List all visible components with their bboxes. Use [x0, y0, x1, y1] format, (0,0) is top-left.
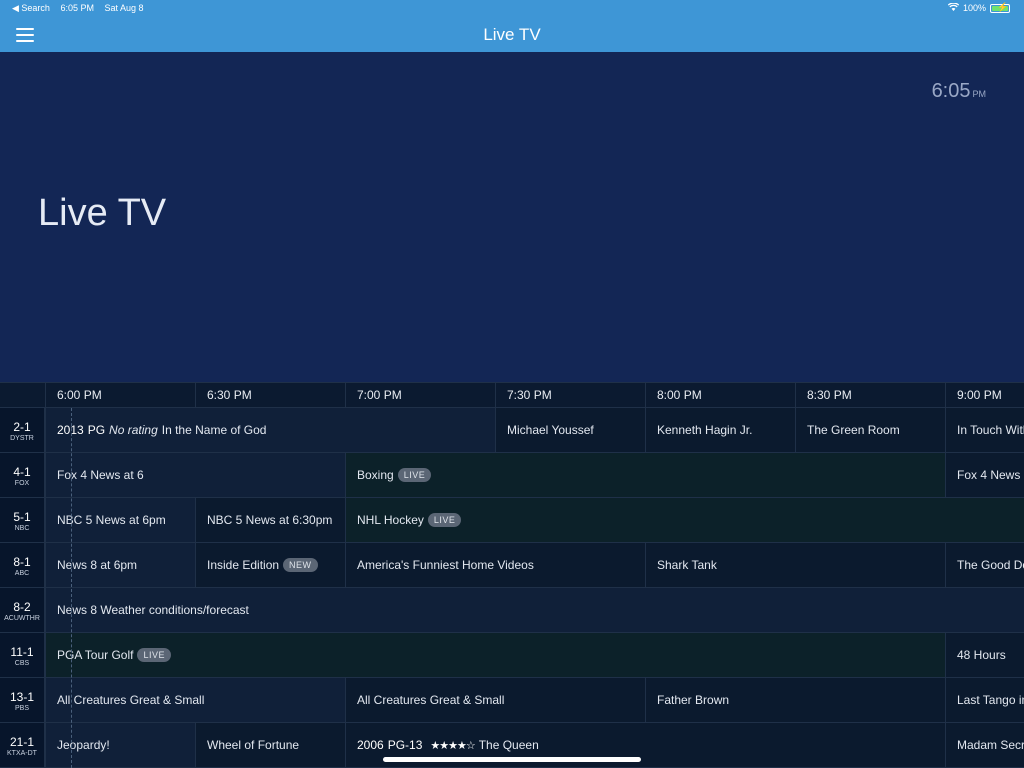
home-indicator[interactable] [383, 757, 641, 762]
time-slot: 9:00 PM [945, 383, 1024, 409]
program-cell[interactable]: Wheel of Fortune [195, 723, 345, 768]
program-cell[interactable]: NBC 5 News at 6pm [45, 498, 195, 543]
channel-2-1[interactable]: 2-1 DYSTR [0, 408, 45, 453]
program-cell[interactable]: Boxing LIVE [345, 453, 945, 498]
program-cell[interactable]: NHL Hockey LIVE [345, 498, 1024, 543]
program-cell[interactable]: PGA Tour Golf LIVE [45, 633, 945, 678]
channel-5-1[interactable]: 5-1 NBC [0, 498, 45, 543]
hero-title: Live TV [38, 192, 167, 234]
program-cell[interactable]: Madam Secr [945, 723, 1024, 768]
program-cell[interactable]: In Touch With [945, 408, 1024, 453]
program-cell[interactable]: Jeopardy! [45, 723, 195, 768]
back-to-search-link[interactable]: ◀ Search [12, 3, 50, 13]
time-slot: 7:30 PM [495, 383, 645, 409]
new-badge: NEW [283, 558, 318, 572]
channel-21-1[interactable]: 21-1 KTXA-DT [0, 723, 45, 768]
channel-13-1[interactable]: 13-1 PBS [0, 678, 45, 723]
channel-8-2[interactable]: 8-2 ACUWTHR [0, 588, 45, 633]
status-bar: ◀ Search 6:05 PM Sat Aug 8 100% ⚡ [0, 0, 1024, 18]
battery-percent: 100% [962, 3, 986, 13]
nav-title: Live TV [483, 25, 541, 44]
program-cell[interactable]: Inside Edition NEW [195, 543, 345, 588]
channel-8-1[interactable]: 8-1 ABC [0, 543, 45, 588]
program-cell[interactable]: All Creatures Great & Small [45, 678, 345, 723]
time-slot: 6:30 PM [195, 383, 345, 409]
program-cell[interactable]: Fox 4 News at 6 [45, 453, 345, 498]
hero-banner: 6:05 PM Live TV [0, 52, 1024, 382]
program-cell[interactable]: News 8 at 6pm [45, 543, 195, 588]
live-badge: LIVE [137, 648, 171, 662]
wifi-icon [947, 2, 960, 13]
program-cell[interactable]: Kenneth Hagin Jr. [645, 408, 795, 453]
program-cell[interactable]: The Good Do [945, 543, 1024, 588]
time-header: 6:00 PM 6:30 PM 7:00 PM 7:30 PM 8:00 PM … [0, 382, 1024, 409]
status-time: 6:05 PM [60, 3, 94, 13]
program-cell[interactable]: Fox 4 News a [945, 453, 1024, 498]
time-slot: 6:00 PM [45, 383, 195, 409]
status-date: Sat Aug 8 [104, 3, 144, 13]
program-cell[interactable]: Last Tango in [945, 678, 1024, 723]
battery-icon: ⚡ [990, 2, 1010, 13]
star-rating: ★★★★☆ [430, 739, 475, 752]
program-cell[interactable]: 48 Hours [945, 633, 1024, 678]
program-cell[interactable]: Michael Youssef [495, 408, 645, 453]
channel-11-1[interactable]: 11-1 CBS [0, 633, 45, 678]
program-cell[interactable]: News 8 Weather conditions/forecast [45, 588, 1024, 633]
program-cell[interactable]: Shark Tank [645, 543, 945, 588]
program-cell[interactable]: 2013 PG No rating In the Name of God [45, 408, 495, 453]
nav-bar: Live TV [0, 18, 1024, 53]
live-badge: LIVE [397, 468, 432, 482]
program-cell[interactable]: America's Funniest Home Videos [345, 543, 645, 588]
time-slot: 7:00 PM [345, 383, 495, 409]
live-badge: LIVE [427, 513, 462, 527]
current-time-indicator [71, 408, 72, 768]
program-cell[interactable]: The Green Room [795, 408, 945, 453]
program-cell[interactable]: NBC 5 News at 6:30pm [195, 498, 345, 543]
time-slot: 8:00 PM [645, 383, 795, 409]
channel-4-1[interactable]: 4-1 FOX [0, 453, 45, 498]
program-cell[interactable]: All Creatures Great & Small [345, 678, 645, 723]
hero-clock: 6:05 PM [931, 80, 986, 102]
program-guide: 6:00 PM 6:30 PM 7:00 PM 7:30 PM 8:00 PM … [0, 382, 1024, 768]
time-slot: 8:30 PM [795, 383, 945, 409]
program-cell[interactable]: Father Brown [645, 678, 945, 723]
